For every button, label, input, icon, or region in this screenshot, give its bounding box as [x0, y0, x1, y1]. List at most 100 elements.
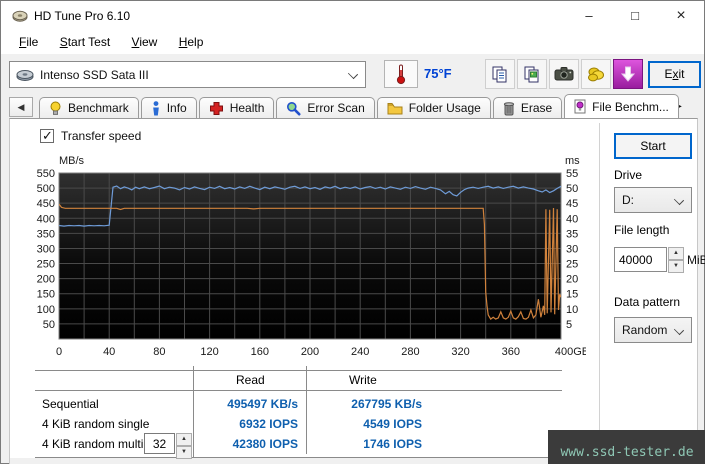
file-benchmark-icon [574, 99, 586, 114]
copy-icon [492, 66, 507, 83]
svg-text:25: 25 [566, 259, 578, 271]
svg-text:150: 150 [37, 289, 55, 301]
tab-bar: ◀ Benchmark Info Health Error Scan Folde… [1, 94, 704, 118]
svg-text:50: 50 [566, 183, 578, 195]
drive-select-combobox[interactable]: Intenso SSD Sata III [9, 61, 366, 88]
tab-erase[interactable]: Erase [492, 97, 563, 118]
screenshot-button[interactable] [549, 59, 579, 89]
screenshot-camera-icon [554, 67, 574, 81]
tab-scroll-left-button[interactable]: ◀ [9, 97, 33, 117]
stepper-up-icon[interactable]: ▲ [668, 247, 684, 260]
menu-view[interactable]: View [123, 31, 167, 49]
queue-depth-value[interactable] [145, 434, 174, 453]
donate-button[interactable] [581, 59, 611, 89]
copy-image-button[interactable] [517, 59, 547, 89]
selected-drive-label: Intenso SSD Sata III [40, 67, 149, 82]
tab-file-benchmark[interactable]: File Benchm... [564, 94, 679, 118]
health-icon [209, 101, 223, 115]
svg-text:20: 20 [566, 274, 578, 286]
app-disk-icon [12, 10, 28, 22]
info-icon [152, 100, 159, 115]
svg-text:550: 550 [37, 168, 55, 180]
svg-text:300: 300 [37, 243, 55, 255]
svg-text:45: 45 [566, 198, 578, 210]
svg-text:360: 360 [502, 346, 520, 358]
row-sequential-label: Sequential [42, 397, 99, 411]
data-pattern-combobox[interactable]: Random [614, 317, 692, 343]
svg-text:MB/s: MB/s [59, 155, 85, 167]
svg-text:ms: ms [565, 155, 580, 167]
menu-start-test[interactable]: Start Test [51, 31, 119, 49]
thermometer-icon [396, 64, 406, 85]
file-length-stepper[interactable]: ▲ ▼ [668, 247, 684, 273]
table-rule-top [35, 370, 562, 371]
download-button[interactable] [613, 59, 643, 89]
watermark: www.ssd-tester.de [548, 430, 705, 464]
file-length-value[interactable] [615, 248, 666, 271]
panel-divider [599, 123, 600, 457]
queue-depth-input[interactable] [144, 433, 175, 454]
toolbar: Intenso SSD Sata III 75°F Exit [1, 54, 704, 94]
benchmark-icon [50, 101, 61, 115]
svg-text:35: 35 [566, 228, 578, 240]
maximize-button[interactable]: □ [612, 1, 658, 31]
stepper-down-icon[interactable]: ▼ [668, 260, 684, 273]
chevron-down-icon [675, 196, 684, 205]
disk-icon [16, 69, 34, 81]
svg-text:100: 100 [37, 304, 55, 316]
table-col-divider-2 [306, 366, 307, 454]
svg-text:400GB: 400GB [555, 346, 586, 358]
tab-error-scan[interactable]: Error Scan [276, 97, 375, 118]
file-length-input[interactable] [614, 247, 667, 272]
svg-text:350: 350 [37, 228, 55, 240]
tab-benchmark[interactable]: Benchmark [39, 97, 139, 118]
file-length-label: File length [614, 223, 670, 237]
read-header: Read [236, 373, 265, 387]
download-arrow-icon [620, 66, 636, 82]
drive-label: Drive [614, 168, 643, 182]
row-random-multi-label: 4 KiB random multi [42, 437, 144, 451]
svg-text:250: 250 [37, 259, 55, 271]
tab-folder-usage[interactable]: Folder Usage [376, 97, 491, 118]
start-button[interactable]: Start [614, 133, 692, 159]
menu-help[interactable]: Help [170, 31, 213, 49]
svg-text:240: 240 [351, 346, 369, 358]
svg-text:5: 5 [566, 319, 572, 331]
copy-image-icon [524, 66, 539, 83]
exit-button[interactable]: Exit [648, 61, 701, 88]
svg-text:450: 450 [37, 198, 55, 210]
file-length-unit: MiB [687, 253, 705, 267]
temperature-button[interactable] [384, 60, 418, 88]
chevron-down-icon [349, 70, 358, 79]
svg-text:30: 30 [566, 243, 578, 255]
close-button[interactable]: × [658, 1, 704, 31]
transfer-speed-label: Transfer speed [61, 129, 142, 143]
svg-text:320: 320 [451, 346, 469, 358]
transfer-speed-chart: 5505004504003503002502001501005055504540… [37, 155, 586, 358]
menu-bar: File Start Test View Help [1, 31, 704, 54]
copy-text-button[interactable] [485, 59, 515, 89]
menu-file[interactable]: File [10, 31, 47, 49]
tab-info[interactable]: Info [140, 97, 197, 118]
file-benchmark-panel: Transfer speed 5505004504003503002502001… [9, 118, 705, 464]
window-title: HD Tune Pro 6.10 [34, 9, 131, 23]
svg-text:15: 15 [566, 289, 578, 301]
donate-hands-icon [588, 67, 604, 82]
table-rule-bottom [35, 457, 562, 458]
drive-combobox[interactable]: D: [614, 187, 692, 213]
transfer-speed-checkbox[interactable] [40, 128, 54, 144]
title-bar: HD Tune Pro 6.10 – □ × [1, 1, 704, 31]
svg-text:120: 120 [200, 346, 218, 358]
random-multi-read-value: 42380 IOPS [232, 437, 298, 451]
temperature-value: 75°F [424, 66, 452, 81]
random-single-read-value: 6932 IOPS [239, 417, 298, 431]
tab-health[interactable]: Health [198, 97, 275, 118]
minimize-button[interactable]: – [566, 1, 612, 31]
svg-text:200: 200 [301, 346, 319, 358]
write-header: Write [349, 373, 377, 387]
random-multi-write-value: 1746 IOPS [363, 437, 422, 451]
erase-trash-icon [503, 101, 514, 115]
random-single-write-value: 4549 IOPS [363, 417, 422, 431]
svg-text:80: 80 [153, 346, 165, 358]
data-pattern-label: Data pattern [614, 295, 681, 309]
